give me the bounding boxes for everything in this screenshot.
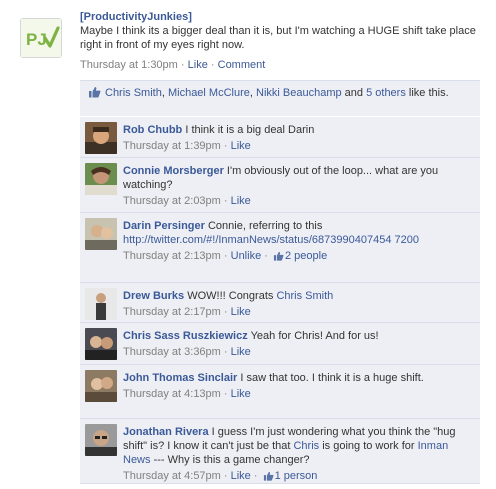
avatar[interactable] [85, 122, 117, 154]
avatar[interactable] [85, 424, 117, 456]
comment-text-c: --- Why is this a game changer? [153, 454, 310, 466]
liker-link[interactable]: Michael McClure [168, 87, 250, 99]
thumbs-up-icon [273, 251, 284, 265]
productivity-junkies-logo: PJ [21, 19, 61, 57]
comment-meta: Thursday at 2:13pm · Unlike · 2 people [123, 249, 472, 265]
comment-text: I think it is a big deal Darin [185, 124, 315, 136]
comment-time: Thursday at 2:17pm [123, 306, 221, 318]
likes-bar: Chris Smith, Michael McClure, Nikki Beau… [80, 80, 480, 116]
likes-others-link[interactable]: 5 others [366, 87, 406, 99]
comment-like-link[interactable]: Like [231, 306, 251, 318]
comment-author[interactable]: Rob Chubb [123, 124, 182, 136]
thumbs-up-icon [88, 86, 101, 102]
avatar[interactable] [85, 370, 117, 402]
comment: Rob Chubb I think it is a big deal Darin… [80, 117, 480, 158]
comment-time: Thursday at 2:13pm [123, 250, 221, 262]
comment-time: Thursday at 1:39pm [123, 140, 221, 152]
comment-text: WOW!!! Congrats [187, 290, 274, 302]
comment-author[interactable]: John Thomas Sinclair [123, 372, 237, 384]
comment: Connie Morsberger I'm obviously out of t… [80, 158, 480, 213]
comment-author[interactable]: Connie Morsberger [123, 165, 224, 177]
post-comment-link[interactable]: Comment [218, 59, 266, 71]
comment-mention[interactable]: Chris [293, 440, 319, 452]
post-meta: Thursday at 1:30pm · Like · Comment [80, 59, 266, 71]
post-message: Maybe I think its a bigger deal than it … [80, 25, 476, 51]
comment-author[interactable]: Drew Burks [123, 290, 184, 302]
comment-time: Thursday at 4:13pm [123, 388, 221, 400]
comment-like-link[interactable]: Like [231, 140, 251, 152]
avatar[interactable] [85, 163, 117, 195]
comment-time: Thursday at 4:57pm [123, 470, 221, 482]
comment-like-link[interactable]: Like [231, 195, 251, 207]
comment-time: Thursday at 3:36pm [123, 346, 221, 358]
comment: Jonathan Rivera I guess I'm just wonderi… [80, 419, 480, 484]
comment-like-link[interactable]: Like [231, 346, 251, 358]
comment-text: I saw that too. I think it is a huge shi… [240, 372, 424, 384]
comment-meta: Thursday at 2:03pm · Like [123, 195, 251, 207]
comment-meta: Thursday at 4:13pm · Like [123, 388, 251, 400]
comment-unlike-link[interactable]: Unlike [231, 250, 262, 262]
avatar[interactable] [85, 218, 117, 250]
svg-text:PJ: PJ [26, 30, 47, 49]
comment-like-link[interactable]: Like [231, 388, 251, 400]
comments-list: Rob Chubb I think it is a big deal Darin… [80, 117, 480, 484]
comment-like-link[interactable]: Like [231, 470, 251, 482]
comment: John Thomas Sinclair I saw that too. I t… [80, 365, 480, 419]
comment-text-b: is going to work for [322, 440, 415, 452]
comment-likes-count[interactable]: 2 people [285, 250, 327, 262]
post: [ProductivityJunkies] Maybe I think its … [80, 10, 480, 72]
comment-link[interactable]: http://twitter.com/#!/InmanNews/status/6… [123, 234, 419, 246]
liker-link[interactable]: Nikki Beauchamp [256, 87, 342, 99]
comment-time: Thursday at 2:03pm [123, 195, 221, 207]
comment-mention[interactable]: Chris Smith [276, 290, 333, 302]
comment-author[interactable]: Jonathan Rivera [123, 426, 209, 438]
comment: Chris Sass Ruszkiewicz Yeah for Chris! A… [80, 323, 480, 365]
comment-text: Connie, referring to this [207, 220, 323, 232]
avatar[interactable] [85, 288, 117, 320]
likes-and: and [344, 87, 364, 99]
comment: Darin Persinger Connie, referring to thi… [80, 213, 480, 283]
post-author[interactable]: [ProductivityJunkies] [80, 11, 192, 23]
thumbs-up-icon [263, 471, 274, 485]
liker-link[interactable]: Chris Smith [105, 87, 162, 99]
post-like-link[interactable]: Like [188, 59, 208, 71]
comment-likes-count[interactable]: 1 person [275, 470, 318, 482]
comment-meta: Thursday at 4:57pm · Like · 1 person [123, 469, 472, 485]
comment: Drew Burks WOW!!! Congrats Chris Smith T… [80, 283, 480, 323]
comment-text: Yeah for Chris! And for us! [250, 330, 379, 342]
likes-suffix: like this. [408, 87, 449, 99]
page-logo[interactable]: PJ [20, 18, 62, 58]
comment-author[interactable]: Chris Sass Ruszkiewicz [123, 330, 248, 342]
avatar[interactable] [85, 328, 117, 360]
post-time: Thursday at 1:30pm [80, 59, 178, 71]
comment-author[interactable]: Darin Persinger [123, 220, 205, 232]
comment-meta: Thursday at 3:36pm · Like [123, 346, 251, 358]
comment-meta: Thursday at 2:17pm · Like [123, 306, 251, 318]
comment-meta: Thursday at 1:39pm · Like [123, 140, 251, 152]
